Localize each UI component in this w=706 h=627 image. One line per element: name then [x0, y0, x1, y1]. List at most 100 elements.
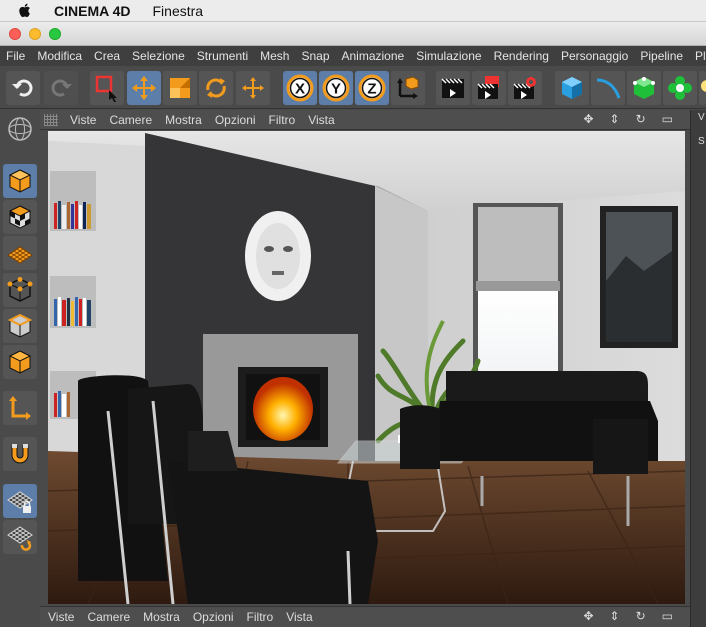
redo-icon	[51, 79, 72, 97]
svg-text:Z: Z	[367, 81, 376, 98]
bottom-menu-viste[interactable]: Viste	[48, 610, 74, 624]
cube-primitive-icon	[562, 77, 582, 99]
apple-icon[interactable]	[18, 3, 38, 18]
second-viewport-header: Viste Camere Mostra Opzioni Filtro Vista…	[40, 606, 690, 627]
mograph-cloner-button[interactable]	[663, 71, 697, 105]
menu-item-mesh[interactable]: Mesh	[254, 49, 295, 63]
z-axis-lock-icon: Z	[358, 74, 386, 102]
generator-button[interactable]	[627, 71, 661, 105]
render-view-button[interactable]	[436, 71, 470, 105]
spline-pen-button[interactable]	[591, 71, 625, 105]
viewport-menu-vista[interactable]: Vista	[308, 113, 334, 127]
undo-button[interactable]	[6, 71, 40, 105]
render-picture-queue-button[interactable]	[472, 71, 506, 105]
model-mode-button[interactable]	[3, 164, 37, 198]
render-settings-button[interactable]	[508, 71, 542, 105]
z-axis-lock-button[interactable]: Z	[355, 71, 389, 105]
macos-menu-bar: CINEMA 4D Finestra	[0, 0, 706, 22]
scale-tool-button[interactable]	[163, 71, 197, 105]
axis-mode-button[interactable]	[3, 391, 37, 425]
menu-item-snap[interactable]: Snap	[295, 49, 335, 63]
menu-item-rendering[interactable]: Rendering	[488, 49, 555, 63]
mograph-cloner-icon	[668, 76, 692, 100]
menu-item-plugins[interactable]: Plugi	[689, 49, 706, 63]
menu-item-modifica[interactable]: Modifica	[31, 49, 88, 63]
bottom-menu-camere[interactable]: Camere	[87, 610, 130, 624]
make-editable-button[interactable]	[3, 112, 37, 146]
workplane-button[interactable]	[3, 236, 37, 270]
y-axis-lock-button[interactable]: Y	[319, 71, 353, 105]
bottom-menu-mostra[interactable]: Mostra	[143, 610, 180, 624]
lock-workplane-button[interactable]	[3, 484, 37, 518]
x-axis-lock-button[interactable]: X	[283, 71, 317, 105]
dolly-view-icon[interactable]: ⇕	[610, 112, 620, 126]
right-panel-label-v: V	[698, 112, 705, 123]
zoom-window-button[interactable]	[49, 28, 61, 40]
snap-magnet-button[interactable]	[3, 437, 37, 471]
points-mode-button[interactable]	[3, 273, 37, 307]
viewport-menu-camere[interactable]: Camere	[109, 113, 152, 127]
rotate-workplane-button[interactable]	[3, 520, 37, 554]
minimize-window-button[interactable]	[29, 28, 41, 40]
menu-item-strumenti[interactable]: Strumenti	[191, 49, 254, 63]
y-axis-lock-icon: Y	[322, 74, 350, 102]
orbit-view-icon[interactable]: ↻	[636, 609, 646, 623]
pan-view-icon[interactable]: ✥	[583, 112, 593, 126]
3d-viewport[interactable]	[48, 131, 685, 604]
coordinate-system-icon	[397, 76, 419, 99]
bottom-menu-vista[interactable]: Vista	[286, 610, 312, 624]
bottom-menu-opzioni[interactable]: Opzioni	[193, 610, 234, 624]
coordinate-system-button[interactable]	[391, 71, 425, 105]
polygons-mode-button[interactable]	[3, 345, 37, 379]
move-tool-button[interactable]	[127, 71, 161, 105]
model-mode-icon	[8, 169, 32, 193]
menu-item-simulazione[interactable]: Simulazione	[410, 49, 487, 63]
rendered-scene-image	[48, 131, 685, 604]
cube-primitive-button[interactable]	[555, 71, 589, 105]
menu-item-file[interactable]: File	[0, 49, 31, 63]
pan-view-icon[interactable]: ✥	[583, 609, 593, 623]
points-mode-icon	[7, 277, 33, 302]
transform-tool-button[interactable]	[236, 71, 270, 105]
texture-mode-icon	[8, 205, 32, 229]
transform-icon	[242, 77, 264, 99]
dolly-view-icon[interactable]: ⇕	[610, 609, 620, 623]
edges-mode-button[interactable]	[3, 309, 37, 343]
toggle-view-icon[interactable]: ▭	[662, 112, 673, 126]
panel-grip-icon[interactable]	[44, 113, 58, 126]
redo-button[interactable]	[44, 71, 78, 105]
x-axis-lock-icon: X	[286, 74, 314, 102]
texture-mode-button[interactable]	[3, 200, 37, 234]
scale-icon	[170, 78, 190, 98]
attributes-panel-edge[interactable]: V S	[690, 110, 706, 627]
menu-item-selezione[interactable]: Selezione	[126, 49, 191, 63]
menu-item-personaggio[interactable]: Personaggio	[555, 49, 634, 63]
bottom-nav-icons: ✥ ⇕ ↻ ▭	[583, 609, 686, 623]
make-editable-icon	[8, 117, 32, 141]
live-selection-button[interactable]	[90, 71, 124, 105]
viewport-menu-mostra[interactable]: Mostra	[165, 113, 202, 127]
wall-mask	[245, 211, 311, 301]
right-panel-label-s: S	[698, 136, 705, 147]
edges-mode-icon	[7, 313, 33, 338]
menu-item-pipeline[interactable]: Pipeline	[634, 49, 689, 63]
viewport-menu-viste[interactable]: Viste	[70, 113, 96, 127]
rotate-tool-button[interactable]	[199, 71, 233, 105]
viewport-menu-filtro[interactable]: Filtro	[269, 113, 296, 127]
bottom-menu-filtro[interactable]: Filtro	[247, 610, 274, 624]
undo-icon	[12, 79, 33, 97]
orbit-view-icon[interactable]: ↻	[636, 112, 646, 126]
close-window-button[interactable]	[9, 28, 21, 40]
window-menu[interactable]: Finestra	[153, 3, 204, 19]
menu-item-crea[interactable]: Crea	[88, 49, 126, 63]
lock-workplane-icon	[7, 491, 33, 513]
mode-sidebar	[0, 110, 40, 627]
menu-item-animazione[interactable]: Animazione	[336, 49, 411, 63]
app-name-menu[interactable]: CINEMA 4D	[54, 3, 131, 19]
spline-pen-icon	[596, 78, 621, 99]
viewport-menu-opzioni[interactable]: Opzioni	[215, 113, 256, 127]
toggle-view-icon[interactable]: ▭	[662, 609, 673, 623]
light-bulb-button[interactable]	[699, 71, 706, 105]
light-bulb-icon	[701, 80, 706, 92]
app-menu-bar: File Modifica Crea Selezione Strumenti M…	[0, 46, 706, 66]
